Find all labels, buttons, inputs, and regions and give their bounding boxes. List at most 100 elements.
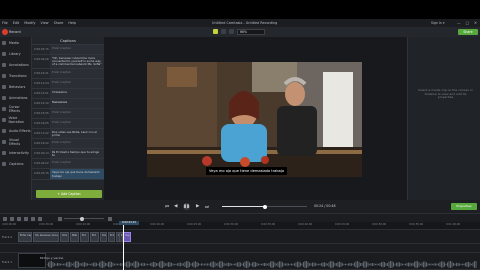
sidebar-item-transitions[interactable]: Transitions xyxy=(0,70,31,81)
sidebar-item-cursor-effects[interactable]: Cursor Effects xyxy=(0,103,31,114)
caption-clip[interactable]: Ent xyxy=(90,232,99,242)
caption-row[interactable]: 0:00:04;06 "Oh, because I should be more … xyxy=(32,55,104,69)
caption-text-field[interactable]: Veya mo oja que tiene demasiado trabajo xyxy=(50,169,104,179)
caption-row[interactable]: 0:00:17;02 Dos vidas ves Nidia, Lanz con … xyxy=(32,128,104,140)
caption-text-field[interactable]: Pa El mismo tiempo que tu amigo te xyxy=(50,149,104,159)
zoom-out-icon[interactable] xyxy=(58,216,62,221)
caption-clip[interactable]: Enter Caption xyxy=(18,232,32,242)
caption-clip[interactable]: Ent xyxy=(108,232,115,242)
sidebar-item-interactivity[interactable]: Interactivity xyxy=(0,147,31,158)
split-icon[interactable] xyxy=(38,216,42,221)
caption-text-field[interactable]: Enter Caption xyxy=(50,108,104,118)
share-button[interactable]: Share xyxy=(458,29,478,35)
caption-row[interactable]: 0:00:10;21 Enter Caption xyxy=(32,68,104,79)
sidebar-item-audio-effects[interactable]: Audio Effects xyxy=(0,125,31,136)
caption-time: 0:00:19;22 xyxy=(34,141,49,146)
ruler-tick: 0:00:30;00 xyxy=(224,223,239,226)
caption-row[interactable]: 0:00:19;22 Enter Caption xyxy=(32,139,104,150)
caption-text-field[interactable]: Enter Caption xyxy=(50,45,104,54)
playhead-time[interactable]: 0:00:23;15 xyxy=(119,221,139,225)
menu-share[interactable]: Share xyxy=(54,21,64,25)
properties-button[interactable]: Properties xyxy=(451,203,477,210)
ruler-tick: 0:00:40;00 xyxy=(298,223,313,226)
scrubber-progress xyxy=(222,206,265,207)
play-pause-button[interactable]: ❚❚ xyxy=(183,203,190,210)
sidebar-item-visual-effects[interactable]: Visual Effects xyxy=(0,136,31,147)
sidebar-item-voice-narration[interactable]: Voice Narration xyxy=(0,114,31,125)
caption-text-field[interactable]: Enter Caption xyxy=(50,118,104,128)
caption-text-field[interactable]: Mabalalala xyxy=(50,98,104,108)
video-clip-title[interactable]: Mi hijo y vecino xyxy=(40,256,63,260)
caption-row[interactable]: 0:00:12;01 Chisissima xyxy=(32,88,104,99)
select-tool-icon[interactable] xyxy=(213,29,218,34)
caption-row[interactable]: 0:00:13;10 Mabalalala xyxy=(32,98,104,109)
caption-text-field[interactable]: Enter Caption xyxy=(50,159,104,169)
menu-view[interactable]: View xyxy=(41,21,49,25)
menu-help[interactable]: Help xyxy=(68,21,76,25)
annotations-icon xyxy=(2,62,6,67)
caption-time: 0:00:10;21 xyxy=(34,70,49,75)
zoom-in-icon[interactable] xyxy=(108,216,112,221)
minimize-icon[interactable]: — xyxy=(457,21,461,25)
redo-icon[interactable] xyxy=(10,216,14,221)
ruler-tick: 0:00:00;00 xyxy=(2,223,17,226)
maximize-icon[interactable]: □ xyxy=(466,21,469,25)
menu-modify[interactable]: Modify xyxy=(24,21,35,25)
sidebar-item-captions[interactable]: Captions xyxy=(0,158,31,169)
audio-waveform[interactable] xyxy=(47,261,477,268)
paste-icon[interactable] xyxy=(31,216,35,221)
next-frame-icon[interactable]: ▶ xyxy=(196,204,199,209)
caption-row[interactable]: 0:00:15;05 Enter Caption xyxy=(32,108,104,119)
sidebar-item-media[interactable]: Media xyxy=(0,37,31,48)
tools-sidebar: Media Library Annotations Transitions Be… xyxy=(0,37,31,213)
menu-edit[interactable]: Edit xyxy=(13,21,20,25)
caption-row[interactable]: 0:00:16;05 Enter Caption xyxy=(32,118,104,129)
caption-text-field[interactable]: Chisissima xyxy=(50,88,104,98)
sidebar-item-behaviors[interactable]: Behaviors xyxy=(0,81,31,92)
caption-clip[interactable]: Ent xyxy=(80,232,89,242)
record-label[interactable]: Record xyxy=(9,30,21,34)
caption-clip[interactable]: Veya xyxy=(123,232,131,242)
close-icon[interactable]: ✕ xyxy=(474,21,477,25)
caption-text-field[interactable]: Enter Caption xyxy=(50,78,104,88)
caption-row[interactable]: 0:00:23;15 Veya mo oja que tiene demasiad… xyxy=(32,169,104,180)
caption-text-field[interactable]: "Oh, because I should be more connected … xyxy=(50,55,104,68)
scrubber[interactable] xyxy=(222,204,307,209)
zoom-select[interactable]: 66% xyxy=(237,29,265,35)
caption-row[interactable]: 0:00:03;15 Enter Caption xyxy=(32,45,104,55)
sidebar-item-library[interactable]: Library xyxy=(0,48,31,59)
timeline-zoom-slider[interactable] xyxy=(64,216,104,221)
caption-text-field[interactable]: Enter Caption xyxy=(50,68,104,78)
scrubber-knob[interactable] xyxy=(262,204,267,209)
undo-icon[interactable] xyxy=(3,216,7,221)
sign-in-link[interactable]: Sign In ▾ xyxy=(431,21,445,25)
caption-clip[interactable]: Oh, because I should... xyxy=(33,232,59,242)
caption-row[interactable]: 0:00:20;13 Pa El mismo tiempo que tu amig… xyxy=(32,149,104,160)
previous-frame-icon[interactable]: ◀ xyxy=(174,204,177,209)
step-forward-icon[interactable]: ⏭ xyxy=(205,204,209,210)
playhead-line[interactable] xyxy=(123,225,124,270)
caption-text-field[interactable]: Dos vidas ves Nidia, Lanz con el primo xyxy=(50,128,104,139)
menu-file[interactable]: File xyxy=(2,21,8,25)
menu-bar: File Edit Modify View Share Help Untitle… xyxy=(0,19,480,27)
add-caption-button[interactable]: + Add Caption xyxy=(36,190,102,198)
timeline-zoom-knob[interactable] xyxy=(80,216,84,221)
cut-icon[interactable] xyxy=(17,216,21,221)
caption-clip[interactable]: Mab xyxy=(70,232,79,242)
timeline-ruler[interactable]: 0:00:00;000:00:05;000:00:10;000:00:15;00… xyxy=(0,222,480,230)
crop-tool-icon[interactable] xyxy=(229,29,234,34)
record-logo-icon[interactable] xyxy=(2,29,8,35)
caption-clip[interactable]: Chis xyxy=(60,232,69,242)
sidebar-item-annotations[interactable]: Annotations xyxy=(0,59,31,70)
video-preview[interactable]: Veya mo oja que tiene demasiado trabajo xyxy=(147,62,362,177)
caption-text-field[interactable]: Enter Caption xyxy=(50,139,104,149)
sidebar-item-animations[interactable]: Animations xyxy=(0,92,31,103)
step-back-icon[interactable]: ⏮ xyxy=(165,204,169,210)
caption-time: 0:00:12;01 xyxy=(34,90,49,95)
caption-row[interactable]: 0:00:22;02 Enter Caption xyxy=(32,159,104,170)
caption-row[interactable]: 0:00:11;04 Enter Caption xyxy=(32,78,104,89)
caption-clip[interactable]: Dos xyxy=(100,232,107,242)
visual-effects-icon xyxy=(2,139,6,144)
copy-icon[interactable] xyxy=(24,216,28,221)
pan-tool-icon[interactable] xyxy=(221,29,226,34)
